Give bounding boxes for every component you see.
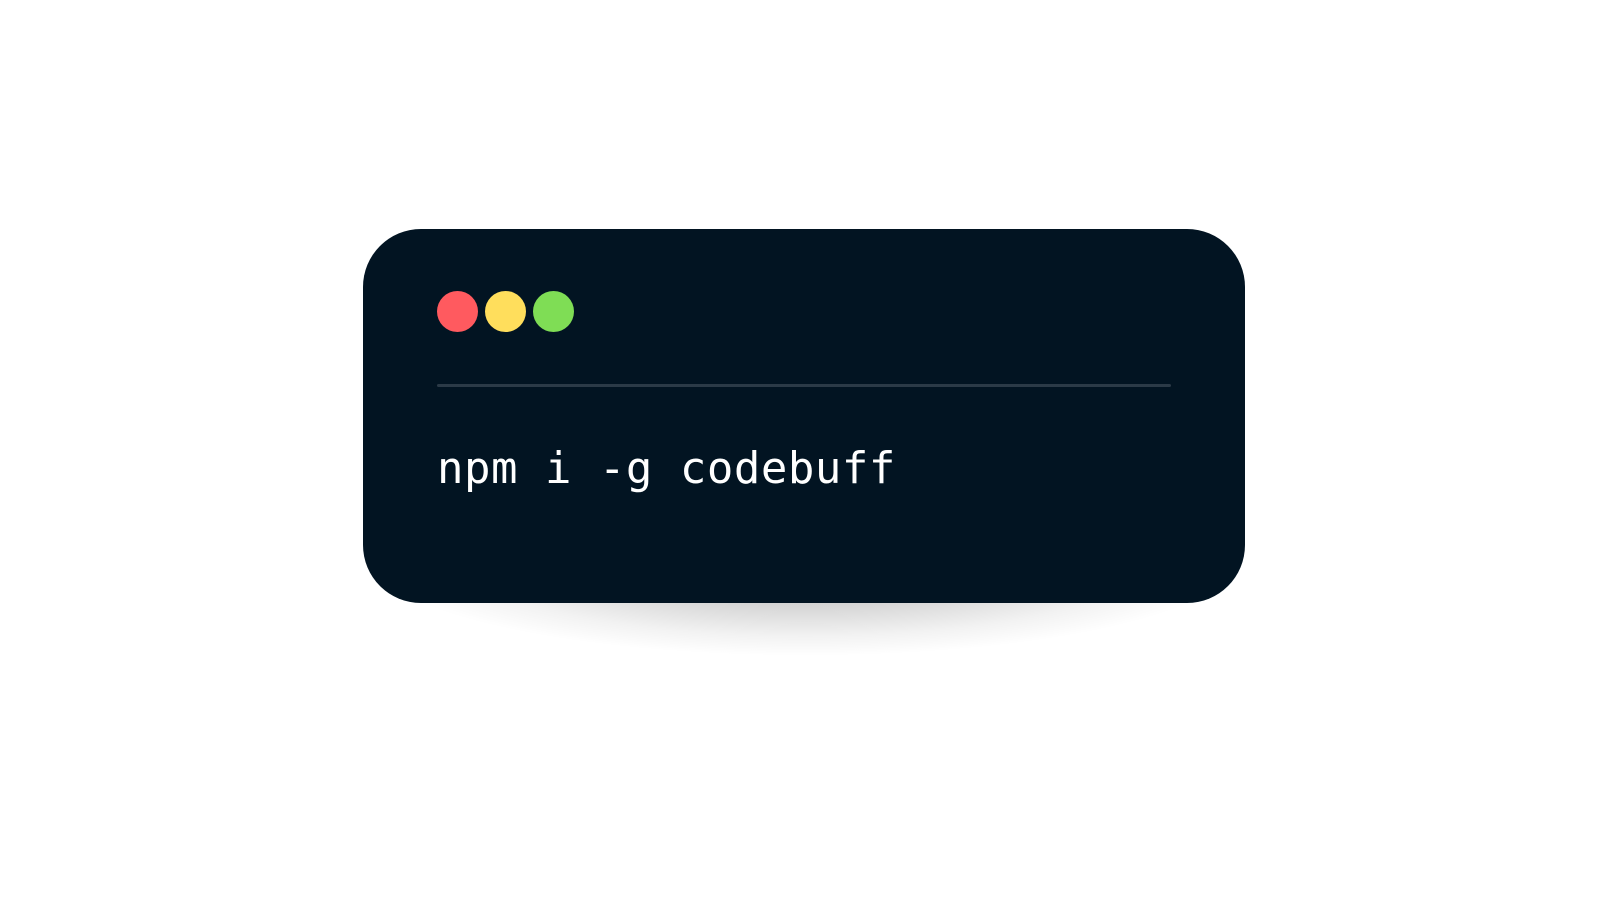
- terminal-divider: [437, 384, 1171, 387]
- terminal-command: npm i -g codebuff: [437, 443, 896, 494]
- close-dot-icon[interactable]: [437, 291, 478, 332]
- maximize-dot-icon[interactable]: [533, 291, 574, 332]
- window-controls: [437, 291, 574, 332]
- minimize-dot-icon[interactable]: [485, 291, 526, 332]
- terminal-window: npm i -g codebuff: [363, 229, 1245, 603]
